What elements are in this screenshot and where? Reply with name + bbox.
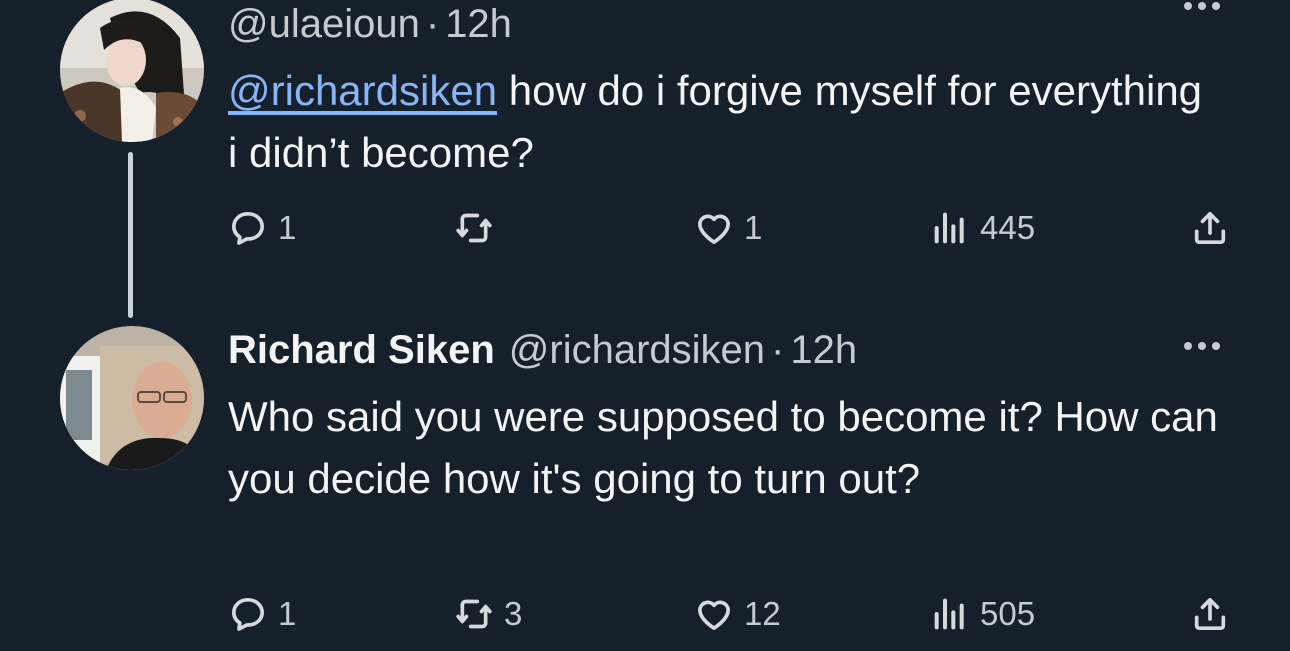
user-handle[interactable]: @ulaeioun [228, 2, 420, 46]
tweet-text: Who said you were supposed to become it?… [228, 386, 1220, 510]
tweet-reply[interactable]: Richard Siken @richardsiken · 12h Who said … [0, 318, 1290, 651]
reply-button[interactable]: 1 [228, 202, 296, 254]
avatar-richardsiken[interactable] [60, 326, 204, 470]
avatar-ulaeioun[interactable] [60, 0, 204, 142]
retweet-icon [456, 599, 492, 629]
tweet-original[interactable]: @ulaeioun · 12h @richardsiken how do i for… [0, 0, 1290, 270]
like-count: 1 [744, 209, 763, 246]
like-button[interactable]: 1 [694, 202, 762, 254]
share-button[interactable] [1190, 202, 1230, 254]
timestamp[interactable]: 12h [445, 2, 512, 46]
tweet-header: Richard Siken @richardsiken · 12h [228, 326, 1220, 374]
action-bar: 1 1 445 [228, 202, 1230, 254]
retweet-icon [456, 213, 492, 243]
display-name[interactable]: Richard Siken [228, 328, 495, 372]
views-button[interactable]: 445 [930, 202, 1035, 254]
tweet-content: @ulaeioun · 12h @richardsiken how do i for… [228, 0, 1220, 184]
like-icon [698, 600, 730, 630]
views-button[interactable]: 505 [930, 588, 1035, 640]
tweet-text: @richardsiken how do i forgive myself fo… [228, 60, 1220, 184]
timestamp[interactable]: 12h [790, 328, 857, 372]
tweet-body: Who said you were supposed to become it?… [228, 393, 1218, 502]
reply-icon [232, 212, 264, 245]
tweet-content: Richard Siken @richardsiken · 12h Who said … [228, 326, 1220, 510]
like-icon [698, 214, 730, 245]
retweet-button[interactable] [454, 202, 504, 254]
reply-button[interactable]: 1 [228, 588, 296, 640]
tweet-header: @ulaeioun · 12h [228, 0, 1220, 48]
reply-icon [232, 598, 264, 631]
separator-dot: · [425, 2, 440, 46]
views-icon [934, 598, 964, 630]
action-bar: 1 3 12 505 [228, 588, 1230, 640]
more-options-icon[interactable] [1184, 342, 1220, 350]
user-handle[interactable]: @richardsiken [509, 328, 765, 372]
views-icon [934, 212, 964, 244]
views-count: 505 [980, 595, 1036, 632]
views-count: 445 [980, 209, 1036, 246]
like-button[interactable]: 12 [694, 588, 781, 640]
retweet-button[interactable]: 3 [454, 588, 522, 640]
reply-count: 1 [278, 209, 297, 246]
share-icon [1194, 212, 1226, 245]
reply-count: 1 [278, 595, 297, 632]
retweet-count: 3 [504, 595, 523, 632]
like-count: 12 [744, 595, 781, 632]
avatar-image [60, 326, 204, 470]
share-button[interactable] [1190, 588, 1230, 640]
more-options-icon[interactable] [1184, 2, 1220, 10]
separator-dot: · [771, 328, 785, 372]
mention-link[interactable]: @richardsiken [228, 67, 497, 114]
share-icon [1194, 598, 1226, 630]
avatar-image [60, 0, 204, 142]
